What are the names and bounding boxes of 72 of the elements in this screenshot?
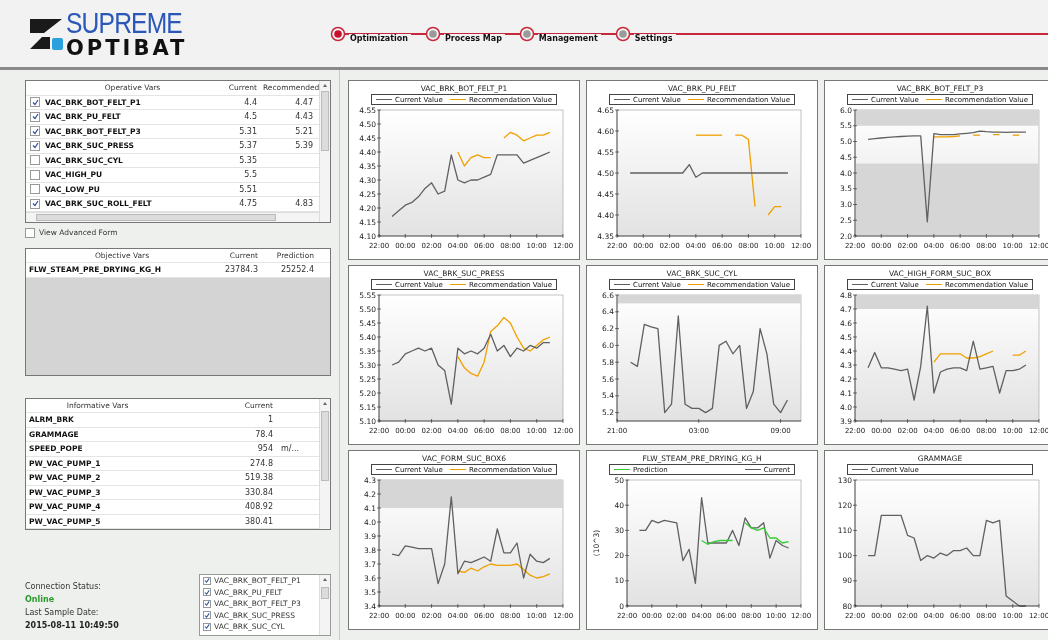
legend-swatch-icon bbox=[688, 98, 705, 101]
legend-swatch-icon bbox=[926, 98, 943, 101]
checkbox[interactable] bbox=[30, 126, 40, 137]
checkbox[interactable] bbox=[30, 184, 40, 195]
logo-text: OPTIBAT bbox=[66, 37, 189, 59]
table-cell-text: 380.41 bbox=[244, 516, 274, 526]
table-cell-text: 4.83 bbox=[294, 199, 314, 209]
table-cell-text: 4.4 bbox=[243, 97, 258, 107]
status-label: Connection Status: bbox=[25, 582, 102, 591]
nav-step[interactable]: Optimization bbox=[330, 24, 411, 43]
legend-swatch-icon bbox=[614, 468, 630, 471]
checkbox[interactable] bbox=[30, 169, 40, 180]
legend-swatch-icon bbox=[376, 98, 392, 101]
table-cell-text: 519.38 bbox=[244, 473, 274, 483]
table-cell-text: 25252.4 bbox=[279, 265, 315, 275]
checkbox[interactable] bbox=[30, 140, 40, 151]
table-cell-text: 5.39 bbox=[294, 141, 314, 151]
vertical-scrollbar[interactable] bbox=[319, 398, 330, 529]
legend-swatch-icon bbox=[926, 283, 943, 286]
legend-swatch-icon bbox=[376, 468, 392, 471]
legend-swatch-icon bbox=[450, 283, 467, 286]
legend-swatch-icon bbox=[450, 468, 467, 471]
legend-swatch-icon bbox=[688, 283, 705, 286]
table-cell-text: 4.47 bbox=[294, 97, 314, 107]
table-cell-text: 5.37 bbox=[238, 141, 258, 151]
checkbox[interactable] bbox=[30, 198, 40, 209]
checkbox[interactable] bbox=[203, 622, 211, 631]
status-value: 2015-08-11 10:49:50 bbox=[25, 621, 119, 630]
scroll-thumb[interactable] bbox=[321, 410, 329, 481]
nav-step[interactable]: Management bbox=[518, 24, 601, 43]
table-cell-text: 1 bbox=[266, 415, 274, 425]
legend-swatch-icon bbox=[744, 468, 761, 471]
table-cell-text: 4.43 bbox=[294, 112, 314, 122]
legend-swatch-icon bbox=[852, 283, 868, 286]
scroll-thumb[interactable] bbox=[321, 587, 329, 599]
table-cell-text: 5.21 bbox=[294, 126, 314, 136]
table-cell-text: 4.75 bbox=[238, 199, 258, 209]
checkbox[interactable] bbox=[25, 227, 35, 238]
table-cell-text: 330.84 bbox=[244, 487, 274, 497]
nav-step[interactable]: Process Map bbox=[425, 24, 505, 43]
status-label: Last Sample Date: bbox=[25, 608, 100, 617]
table-cell-text: 5.5 bbox=[243, 170, 258, 180]
checkbox[interactable] bbox=[203, 588, 211, 597]
legend-swatch-icon bbox=[376, 283, 392, 286]
status-value: Online bbox=[25, 595, 56, 604]
table-cell-text: 274.8 bbox=[249, 458, 274, 468]
checkbox[interactable] bbox=[30, 97, 40, 108]
logo-text: SUPREME bbox=[66, 8, 182, 38]
legend-swatch-icon bbox=[852, 468, 868, 471]
checkbox[interactable] bbox=[203, 599, 211, 608]
nav-step[interactable]: Settings bbox=[614, 24, 676, 43]
table-cell-text: 78.4 bbox=[254, 429, 274, 439]
checkbox[interactable] bbox=[30, 111, 40, 122]
table-cell-text: 23784.3 bbox=[223, 265, 259, 275]
table-cell-text: 5.31 bbox=[238, 126, 258, 136]
checkbox[interactable] bbox=[203, 611, 211, 620]
vertical-scrollbar[interactable] bbox=[319, 81, 330, 222]
checkbox[interactable] bbox=[203, 576, 211, 585]
vertical-scrollbar[interactable] bbox=[319, 575, 330, 635]
table-cell-text: 954 bbox=[256, 444, 274, 454]
table-cell-text: 408.92 bbox=[244, 502, 274, 512]
table-cell-text: 5.51 bbox=[238, 184, 258, 194]
horizontal-scrollbar[interactable] bbox=[26, 211, 319, 222]
checkbox[interactable] bbox=[30, 155, 40, 166]
table-cell-text: 4.5 bbox=[243, 112, 258, 122]
legend-swatch-icon bbox=[614, 98, 630, 101]
table-cell-text: m/... bbox=[280, 444, 301, 454]
scroll-thumb[interactable] bbox=[321, 91, 329, 151]
legend-swatch-icon bbox=[450, 98, 467, 101]
legend-swatch-icon bbox=[614, 283, 630, 286]
table-cell-text: 5.35 bbox=[238, 155, 258, 165]
legend-swatch-icon bbox=[852, 98, 868, 101]
